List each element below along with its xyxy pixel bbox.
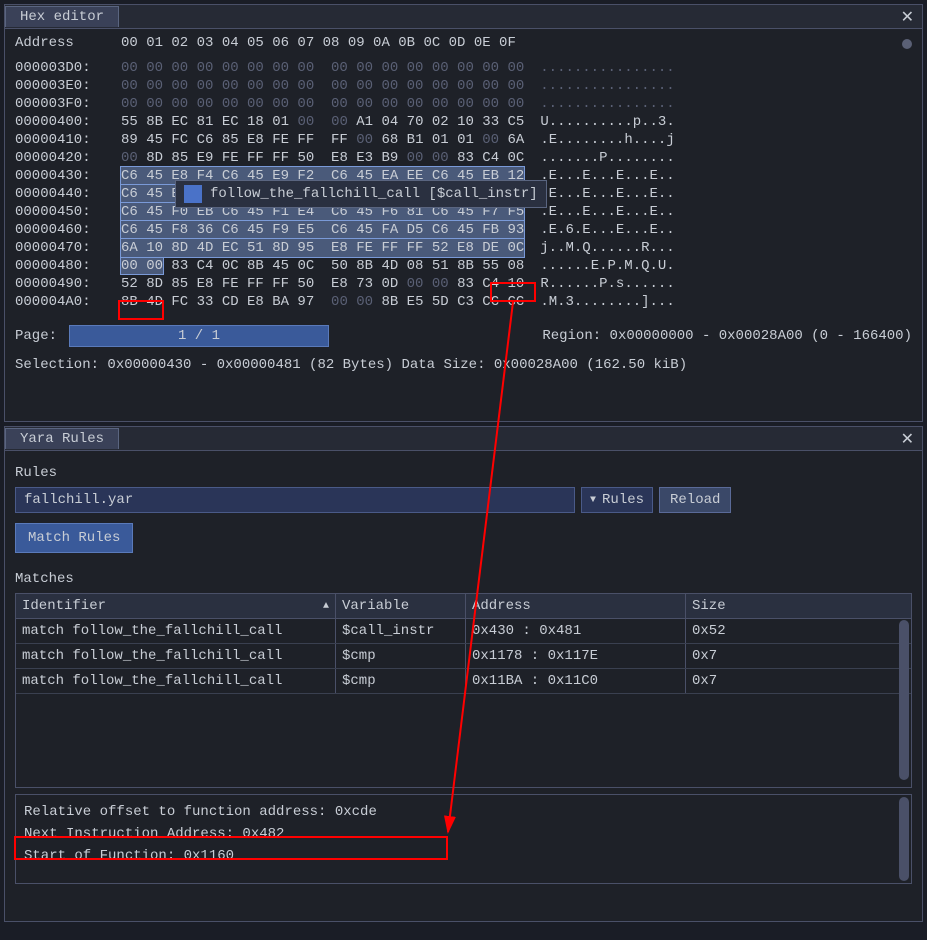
col-identifier[interactable]: Identifier ▲: [16, 594, 336, 618]
hex-row[interactable]: 00000460:C6 45 F8 36 C6 45 F9 E5 C6 45 F…: [15, 221, 912, 239]
hex-row[interactable]: 000004A0:8B 4D FC 33 CD E8 BA 97 00 00 8…: [15, 293, 912, 311]
hex-row[interactable]: 000003E0:00 00 00 00 00 00 00 00 00 00 0…: [15, 77, 912, 95]
page-label: Page:: [15, 328, 57, 344]
rules-file-input[interactable]: [15, 487, 575, 513]
hex-row[interactable]: 00000410:89 45 FC C6 85 E8 FE FF FF 00 6…: [15, 131, 912, 149]
rules-dropdown[interactable]: ▼ Rules: [581, 487, 653, 513]
col-variable[interactable]: Variable: [336, 594, 466, 618]
hex-row[interactable]: 00000420:00 8D 85 E9 FE FF FF 50 E8 E3 B…: [15, 149, 912, 167]
hex-tab-row: Hex editor ✕: [5, 5, 922, 29]
close-icon[interactable]: ✕: [901, 7, 914, 27]
selection-status: Selection: 0x00000430 - 0x00000481 (82 B…: [5, 353, 922, 383]
scroll-indicator: [902, 39, 912, 49]
matches-label: Matches: [15, 571, 912, 587]
yara-tab-row: Yara Rules ✕: [5, 427, 922, 451]
hex-row[interactable]: 000003D0:00 00 00 00 00 00 00 00 00 00 0…: [15, 59, 912, 77]
scrollbar[interactable]: [899, 620, 909, 780]
hex-header: Address 00 01 02 03 04 05 06 07 08 09 0A…: [5, 29, 922, 57]
hex-row[interactable]: 00000470:6A 10 8D 4D EC 51 8D 95 E8 FE F…: [15, 239, 912, 257]
reload-button[interactable]: Reload: [659, 487, 731, 513]
match-info-box: Relative offset to function address: 0xc…: [15, 794, 912, 884]
address-header: Address: [15, 35, 121, 51]
region-text: Region: 0x00000000 - 0x00028A00 (0 - 166…: [542, 328, 912, 344]
scrollbar[interactable]: [899, 797, 909, 881]
dropdown-label: Rules: [602, 492, 644, 508]
rules-label: Rules: [15, 465, 912, 481]
table-row[interactable]: match follow_the_fallchill_call$cmp0x117…: [16, 644, 911, 669]
hex-row[interactable]: 00000490:52 8D 85 E8 FE FF FF 50 E8 73 0…: [15, 275, 912, 293]
info-next-instruction: Next Instruction Address: 0x482: [24, 823, 903, 845]
rules-input-row: ▼ Rules Reload: [15, 487, 912, 513]
matches-header: Identifier ▲ Variable Address Size: [16, 594, 911, 619]
yara-panel: Yara Rules ✕ Rules ▼ Rules Reload Match …: [4, 426, 923, 922]
yara-body: Rules ▼ Rules Reload Match Rules Matches…: [5, 451, 922, 892]
match-tooltip: follow_the_fallchill_call [$call_instr]: [175, 180, 547, 208]
chevron-down-icon: ▼: [590, 495, 596, 506]
hex-row[interactable]: 00000400:55 8B EC 81 EC 18 01 00 00 A1 0…: [15, 113, 912, 131]
yara-tab[interactable]: Yara Rules: [5, 428, 119, 449]
table-row[interactable]: match follow_the_fallchill_call$cmp0x11B…: [16, 669, 911, 694]
page-indicator[interactable]: 1 / 1: [69, 325, 329, 347]
hex-row[interactable]: 00000480:00 00 83 C4 0C 8B 45 0C 50 8B 4…: [15, 257, 912, 275]
hex-body[interactable]: 000003D0:00 00 00 00 00 00 00 00 00 00 0…: [5, 57, 922, 319]
table-row[interactable]: match follow_the_fallchill_call$call_ins…: [16, 619, 911, 644]
bytes-header: 00 01 02 03 04 05 06 07 08 09 0A 0B 0C 0…: [121, 35, 516, 51]
col-size[interactable]: Size: [686, 594, 911, 618]
close-icon[interactable]: ✕: [901, 429, 914, 449]
info-start-function: Start of Function: 0x1160: [24, 845, 903, 867]
tooltip-swatch: [184, 185, 202, 203]
matches-table: Identifier ▲ Variable Address Size match…: [15, 593, 912, 788]
page-row: Page: 1 / 1 Region: 0x00000000 - 0x00028…: [5, 319, 922, 353]
hex-row[interactable]: 000003F0:00 00 00 00 00 00 00 00 00 00 0…: [15, 95, 912, 113]
hex-editor-panel: Hex editor ✕ Address 00 01 02 03 04 05 0…: [4, 4, 923, 422]
hex-editor-tab[interactable]: Hex editor: [5, 6, 119, 27]
tooltip-text: follow_the_fallchill_call [$call_instr]: [210, 185, 538, 203]
info-relative-offset: Relative offset to function address: 0xc…: [24, 801, 903, 823]
match-rules-button[interactable]: Match Rules: [15, 523, 133, 553]
col-address[interactable]: Address: [466, 594, 686, 618]
sort-indicator-icon: ▲: [323, 601, 329, 612]
